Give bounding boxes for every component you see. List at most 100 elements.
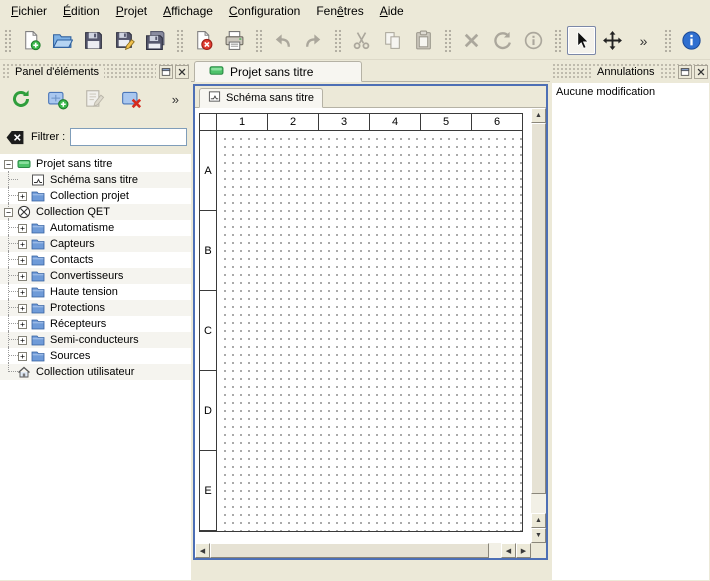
- scroll-up-button[interactable]: ▲: [531, 108, 546, 123]
- toolbar-grip[interactable]: [664, 29, 671, 53]
- toolbar-group-close-print: [174, 26, 249, 55]
- close-panel-icon: [177, 67, 187, 77]
- project-subwindow: Schéma sans titre 123456 ABCDE: [193, 84, 548, 560]
- menu-item-edition[interactable]: Édition: [55, 1, 108, 21]
- clear-filter-button[interactable]: [4, 129, 26, 146]
- horizontal-scrollbar-row: ◀ ◀ ▶: [195, 543, 546, 558]
- expand-toggle-icon[interactable]: +: [18, 336, 27, 345]
- open-project-button[interactable]: [48, 26, 77, 55]
- menu-bar: FichierÉditionProjetAffichageConfigurati…: [0, 0, 710, 22]
- tree-item-capteurs[interactable]: +Capteurs: [0, 236, 191, 252]
- undo-panel: Annulations Aucune modification: [550, 60, 710, 580]
- tree-item-schema-sans-titre[interactable]: Schéma sans titre: [0, 172, 191, 188]
- new-document-button[interactable]: [17, 26, 46, 55]
- collapse-toggle-icon[interactable]: −: [4, 208, 13, 217]
- tree-item-haute-tension[interactable]: +Haute tension: [0, 284, 191, 300]
- collapse-toggle-icon[interactable]: −: [4, 160, 13, 169]
- scroll-up-button-bottom[interactable]: ▲: [531, 513, 546, 528]
- close-file-button[interactable]: [189, 26, 218, 55]
- scroll-down-button[interactable]: ▼: [531, 528, 546, 543]
- toolbar-grip[interactable]: [334, 29, 341, 53]
- expand-toggle-icon[interactable]: +: [18, 224, 27, 233]
- menu-item-fenetres[interactable]: Fenêtres: [308, 1, 371, 21]
- vertical-scroll-track[interactable]: [531, 123, 546, 513]
- save-as-button[interactable]: [110, 26, 139, 55]
- float-window-icon: [680, 67, 690, 77]
- tree-item-collection-utilisateur[interactable]: Collection utilisateur: [0, 364, 191, 380]
- save-all-button[interactable]: [141, 26, 170, 55]
- expand-toggle-icon[interactable]: +: [18, 240, 27, 249]
- tree-guide-dash: [9, 179, 18, 180]
- filter-input[interactable]: [70, 128, 187, 146]
- undo-panel-titlebar[interactable]: Annulations: [552, 64, 708, 79]
- new-element-button[interactable]: [45, 86, 71, 112]
- elements-panel-titlebar[interactable]: Panel d'éléments: [2, 64, 189, 79]
- vertical-scroll-thumb[interactable]: [531, 123, 546, 494]
- tree-item-label: Semi-conducteurs: [50, 334, 139, 346]
- expand-toggle-icon[interactable]: +: [18, 272, 27, 281]
- tree-item-sources[interactable]: +Sources: [0, 348, 191, 364]
- elements-toolbar-overflow-button[interactable]: »: [172, 92, 183, 107]
- menu-item-configuration[interactable]: Configuration: [221, 1, 308, 21]
- toolbar-grip[interactable]: [554, 29, 561, 53]
- print-button[interactable]: [220, 26, 249, 55]
- expand-toggle-icon[interactable]: +: [18, 288, 27, 297]
- reload-collections-button[interactable]: [8, 86, 34, 112]
- scroll-left-button[interactable]: ◀: [195, 543, 210, 558]
- scroll-left-button-right[interactable]: ◀: [501, 543, 516, 558]
- menu-item-aide[interactable]: Aide: [372, 1, 412, 21]
- expand-toggle-icon[interactable]: +: [18, 304, 27, 313]
- tree-item-recepteurs[interactable]: +Récepteurs: [0, 316, 191, 332]
- tree-item-projet-sans-titre[interactable]: −Projet sans titre: [0, 156, 191, 172]
- menu-item-affichage[interactable]: Affichage: [155, 1, 221, 21]
- tree-item-contacts[interactable]: +Contacts: [0, 252, 191, 268]
- scroll-right-button[interactable]: ▶: [516, 543, 531, 558]
- toolbar-overflow-button[interactable]: »: [629, 26, 658, 55]
- expand-toggle-icon[interactable]: +: [18, 256, 27, 265]
- diagram-canvas[interactable]: 123456 ABCDE: [195, 108, 531, 543]
- diagram-grid[interactable]: [218, 132, 522, 531]
- undo-panel-close-button[interactable]: [694, 65, 708, 79]
- toolbar-grip[interactable]: [176, 29, 183, 53]
- tree-item-label: Schéma sans titre: [50, 174, 138, 186]
- vertical-scrollbar[interactable]: ▲ ▲ ▼: [531, 108, 546, 543]
- horizontal-scroll-thumb[interactable]: [210, 543, 489, 558]
- paste-icon: [413, 30, 434, 51]
- project-icon: [209, 63, 224, 78]
- select-mode-button[interactable]: [567, 26, 596, 55]
- tree-item-label: Collection QET: [36, 206, 110, 218]
- menu-item-projet[interactable]: Projet: [108, 1, 155, 21]
- expand-toggle-icon[interactable]: +: [18, 352, 27, 361]
- row-header-d: D: [200, 371, 216, 451]
- expand-toggle-icon[interactable]: +: [18, 192, 27, 201]
- about-button[interactable]: [677, 26, 706, 55]
- tree-item-collection-projet[interactable]: +Collection projet: [0, 188, 191, 204]
- undo-panel-controls: [675, 65, 708, 79]
- undo-list-item[interactable]: Aucune modification: [552, 83, 709, 101]
- elements-panel-float-button[interactable]: [159, 65, 173, 79]
- tree-item-convertisseurs[interactable]: +Convertisseurs: [0, 268, 191, 284]
- toolbar-grip[interactable]: [444, 29, 451, 53]
- tab-project[interactable]: Projet sans titre: [194, 61, 362, 82]
- toolbar-grip[interactable]: [255, 29, 262, 53]
- horizontal-scrollbar[interactable]: ◀ ◀ ▶: [195, 543, 531, 558]
- undo-list: Aucune modification: [552, 83, 709, 580]
- delete-element-button[interactable]: [119, 86, 145, 112]
- save-button[interactable]: [79, 26, 108, 55]
- tree-item-collection-qet[interactable]: − Collection QET: [0, 204, 191, 220]
- undo-panel-float-button[interactable]: [678, 65, 692, 79]
- project-view: Projet sans titre Schéma sans titre: [191, 60, 550, 580]
- horizontal-scroll-track[interactable]: [210, 543, 501, 558]
- tree-item-protections[interactable]: +Protections: [0, 300, 191, 316]
- elements-panel-close-button[interactable]: [175, 65, 189, 79]
- tree-item-semi-conducteurs[interactable]: + Semi-conducteurs: [0, 332, 191, 348]
- expand-toggle-icon[interactable]: +: [18, 320, 27, 329]
- pan-mode-button[interactable]: [598, 26, 627, 55]
- menu-item-fichier[interactable]: Fichier: [3, 1, 55, 21]
- tree-item-automatisme[interactable]: +Automatisme: [0, 220, 191, 236]
- toolbar-group-about: [662, 26, 706, 55]
- column-header-6: 6: [472, 114, 522, 130]
- tab-diagram[interactable]: Schéma sans titre: [199, 88, 323, 108]
- toolbar-grip[interactable]: [4, 29, 11, 53]
- element-info-button: [519, 26, 548, 55]
